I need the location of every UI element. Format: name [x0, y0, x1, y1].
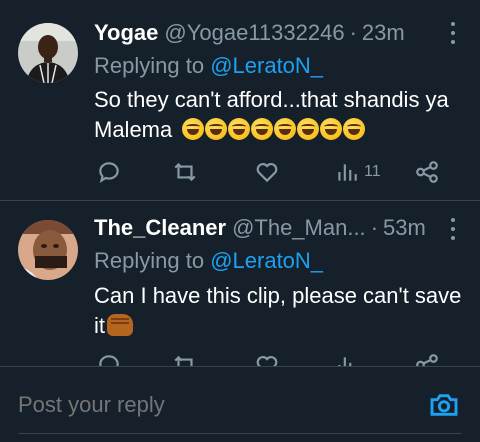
tweet-text: Can I have this clip, please can't save … — [94, 281, 464, 341]
tweet-header: Yogae @Yogae11332246 · 23m — [94, 19, 405, 47]
views-button[interactable]: 11 — [334, 157, 381, 187]
views-count: 11 — [364, 163, 381, 180]
tweet-text-content: Can I have this clip, please can't save … — [94, 283, 462, 338]
reply-input[interactable] — [18, 385, 418, 425]
reply-feed: Yogae @Yogae11332246 · 23m Replying to @… — [0, 0, 480, 366]
like-button[interactable] — [254, 350, 280, 366]
handle[interactable]: @Yogae11332246 — [164, 20, 344, 46]
camera-icon — [430, 394, 458, 416]
tweet[interactable]: Yogae @Yogae11332246 · 23m Replying to @… — [0, 0, 480, 200]
timestamp[interactable]: 53m — [383, 215, 426, 241]
handle[interactable]: @The_Man... — [232, 215, 366, 241]
more-icon[interactable] — [450, 22, 456, 44]
tweet-header: The_Cleaner @The_Man... · 53m — [94, 214, 426, 242]
share-button[interactable] — [414, 157, 440, 187]
meta-separator: · — [370, 215, 379, 240]
replying-prefix: Replying to — [94, 248, 205, 273]
more-icon[interactable] — [450, 218, 456, 240]
views-icon — [338, 357, 352, 366]
retweet-icon — [174, 162, 196, 182]
laughing-emoji-icon — [320, 118, 343, 140]
laughing-emoji-icon — [182, 118, 205, 140]
avatar[interactable] — [18, 23, 78, 83]
replying-to: Replying to @LeratoN_ — [94, 248, 323, 274]
share-button[interactable] — [414, 350, 440, 366]
reply-icon — [99, 162, 119, 184]
replying-mention[interactable]: @LeratoN_ — [210, 53, 323, 78]
share-icon — [416, 161, 438, 183]
share-icon — [416, 354, 438, 366]
laughing-emoji-row — [182, 118, 366, 140]
display-name[interactable]: The_Cleaner — [94, 215, 226, 241]
laughing-emoji-icon — [274, 118, 297, 140]
reply-composer — [0, 366, 480, 442]
timestamp[interactable]: 23m — [362, 20, 405, 46]
laughing-emoji-icon — [251, 118, 274, 140]
like-button[interactable] — [254, 157, 284, 187]
raised-fist-emoji-icon — [107, 314, 133, 336]
reply-button[interactable] — [96, 157, 126, 187]
laughing-emoji-icon — [228, 118, 251, 140]
laughing-emoji-icon — [205, 118, 228, 140]
tweet-text: So they can't afford...that shandis ya M… — [94, 85, 464, 145]
meta-separator: · — [349, 20, 357, 45]
camera-button[interactable] — [428, 389, 460, 421]
laughing-emoji-icon — [343, 118, 366, 140]
like-icon — [256, 356, 278, 366]
views-button[interactable] — [334, 350, 364, 366]
avatar-image — [18, 23, 78, 83]
reply-icon — [99, 355, 119, 366]
retweet-button[interactable] — [172, 350, 198, 366]
retweet-icon — [174, 355, 193, 366]
like-icon — [256, 163, 278, 183]
views-icon — [338, 164, 357, 181]
tweet-actions — [94, 350, 454, 366]
retweet-button[interactable] — [172, 157, 202, 187]
reply-button[interactable] — [96, 350, 122, 366]
avatar-image — [18, 220, 78, 280]
tweet-divider — [0, 200, 480, 201]
replying-mention[interactable]: @LeratoN_ — [210, 248, 323, 273]
avatar[interactable] — [18, 220, 78, 280]
tweet-actions: 11 — [94, 157, 454, 187]
replying-prefix: Replying to — [94, 53, 205, 78]
display-name[interactable]: Yogae — [94, 20, 158, 46]
replying-to: Replying to @LeratoN_ — [94, 53, 323, 79]
laughing-emoji-icon — [297, 118, 320, 140]
composer-underline — [18, 433, 462, 434]
